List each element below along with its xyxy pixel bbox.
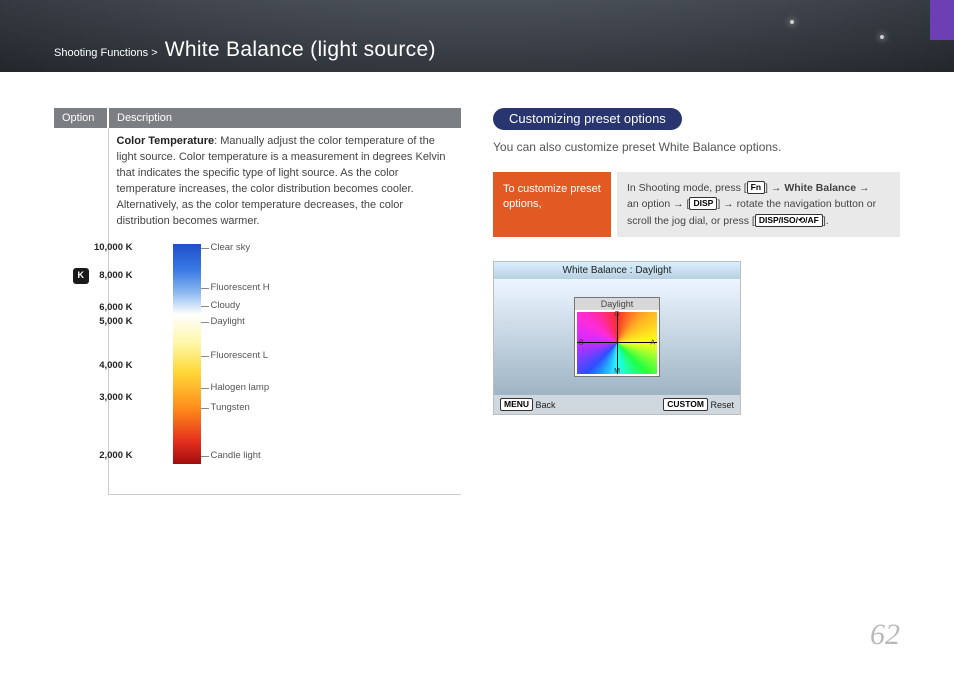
kelvin-source: Halogen lamp	[211, 381, 270, 395]
axis-m: M	[614, 368, 620, 375]
option-table: Option Description K Color Temperature: …	[54, 108, 461, 495]
page-number: 62	[870, 618, 900, 652]
section-color-tab	[930, 0, 954, 40]
kelvin-gradient-bar	[173, 244, 201, 464]
inst-strong: White Balance	[784, 182, 856, 194]
axis-a: A	[650, 339, 655, 346]
kelvin-value: 4,000 K	[99, 359, 132, 373]
section-intro: You can also customize preset White Bala…	[493, 140, 900, 154]
page-title: White Balance (light source)	[165, 38, 436, 61]
kelvin-source: Fluorescent H	[211, 281, 270, 295]
kelvin-value: 8,000 K	[99, 269, 132, 283]
instruction-label: To customize preset options,	[493, 172, 611, 237]
kelvin-source: Daylight	[211, 315, 245, 329]
kelvin-value: 3,000 K	[99, 391, 132, 405]
breadcrumb: Shooting Functions > White Balance (ligh…	[54, 38, 436, 72]
kelvin-badge-icon: K	[73, 268, 90, 284]
th-description: Description	[108, 108, 461, 128]
kelvin-value: 6,000 K	[99, 301, 132, 315]
instruction-block: To customize preset options, In Shooting…	[493, 172, 900, 237]
nav-buttons-icon: DISP/ISO/⟲/AF	[755, 214, 823, 227]
camera-screen-mock: White Balance : Daylight Daylight G A B …	[493, 261, 741, 415]
page-header: Shooting Functions > White Balance (ligh…	[0, 0, 954, 72]
reset-label: Reset	[710, 400, 734, 410]
section-heading: Customizing preset options	[493, 108, 682, 130]
kelvin-source: Candle light	[211, 449, 261, 463]
desc-body: : Manually adjust the color temperature …	[117, 135, 446, 227]
kelvin-source: Cloudy	[211, 299, 241, 313]
fn-button-icon: Fn	[747, 181, 765, 194]
breadcrumb-section: Shooting Functions >	[54, 47, 158, 59]
left-column: Option Description K Color Temperature: …	[54, 108, 461, 495]
kelvin-source: Tungsten	[211, 401, 250, 415]
menu-button-icon: MENU	[500, 398, 533, 411]
wb-mode-label: Daylight	[575, 298, 659, 310]
screen-footer: MENU Back CUSTOM Reset	[494, 395, 740, 414]
wb-color-grid: G A B M	[577, 312, 657, 374]
kelvin-value: 5,000 K	[99, 315, 132, 329]
kelvin-value: 10,000 K	[94, 241, 133, 255]
inst-text: →	[856, 182, 869, 194]
right-column: Customizing preset options You can also …	[493, 108, 900, 495]
th-option: Option	[54, 108, 108, 128]
kelvin-source: Fluorescent L	[211, 349, 269, 363]
kelvin-value: 2,000 K	[99, 449, 132, 463]
inst-text: ].	[823, 215, 829, 227]
kelvin-source: Clear sky	[211, 241, 251, 255]
inst-text: In Shooting mode, press [	[627, 182, 747, 194]
screen-title: White Balance : Daylight	[494, 262, 740, 279]
screen-body: Daylight G A B M	[494, 279, 740, 395]
axis-b: B	[579, 339, 584, 346]
kelvin-diagram: 10,000 K 8,000 K 6,000 K 5,000 K 4,000 K…	[173, 244, 454, 484]
axis-g: G	[614, 311, 619, 318]
custom-button-icon: CUSTOM	[663, 398, 708, 411]
back-label: Back	[536, 400, 556, 410]
inst-text: ] →	[765, 182, 784, 194]
instruction-steps: In Shooting mode, press [Fn] → White Bal…	[617, 172, 900, 237]
desc-term: Color Temperature	[117, 135, 215, 147]
wb-adjust-grid: Daylight G A B M	[574, 297, 660, 377]
disp-button-icon: DISP	[689, 197, 717, 210]
inst-text: an option → [	[627, 198, 689, 210]
description-cell: Color Temperature: Manually adjust the c…	[108, 128, 461, 494]
